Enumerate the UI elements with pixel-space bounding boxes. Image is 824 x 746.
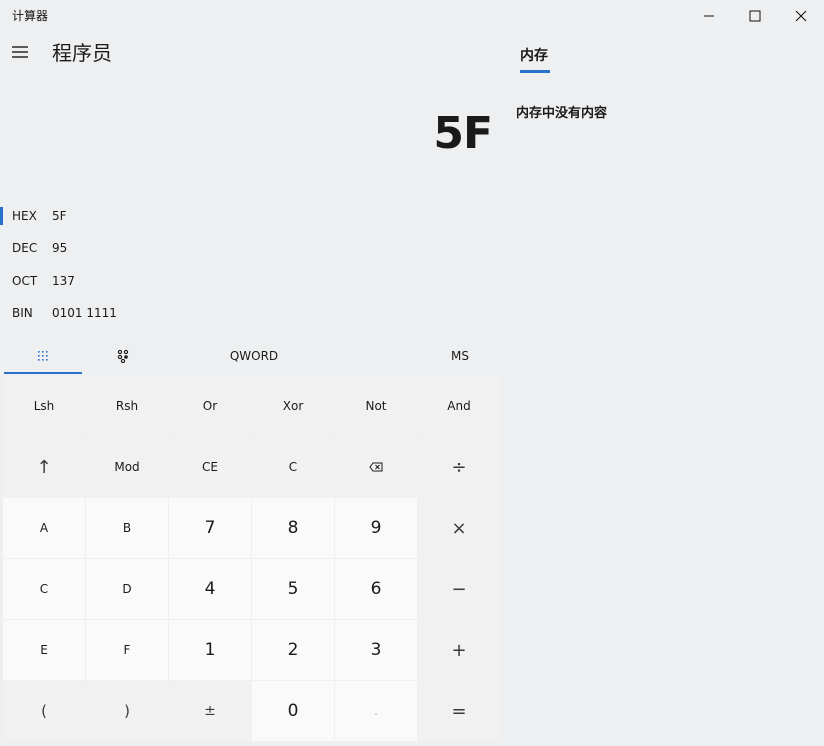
close-paren-key[interactable]: )	[86, 681, 168, 741]
digit-7-key[interactable]: 7	[169, 498, 251, 558]
clear-key[interactable]: C	[252, 437, 334, 497]
base-label: HEX	[12, 209, 37, 223]
active-base-indicator	[0, 207, 3, 225]
base-label: DEC	[12, 241, 38, 255]
maximize-button[interactable]	[732, 0, 778, 32]
hex-f-key[interactable]: F	[86, 620, 168, 680]
hex-a-key[interactable]: A	[3, 498, 85, 558]
mode-title: 程序员	[52, 41, 112, 65]
keypad-grid-icon	[38, 351, 48, 361]
minimize-icon	[704, 15, 714, 17]
close-button[interactable]	[778, 0, 824, 32]
base-label: OCT	[12, 274, 38, 288]
clear-entry-key[interactable]: CE	[169, 437, 251, 497]
multiply-key[interactable]: ×	[418, 498, 500, 558]
not-key[interactable]: Not	[335, 376, 417, 436]
memory-store-button[interactable]: MS	[440, 340, 480, 372]
base-hex-row[interactable]: HEX 5F	[0, 203, 200, 229]
backspace-icon	[369, 462, 383, 472]
digit-1-key[interactable]: 1	[169, 620, 251, 680]
active-tab-underline	[4, 372, 82, 374]
shift-up-key[interactable]: ↑	[3, 437, 85, 497]
word-size-button[interactable]: QWORD	[214, 340, 294, 372]
hex-c-key[interactable]: C	[3, 559, 85, 619]
and-key[interactable]: And	[418, 376, 500, 436]
negate-key[interactable]: ±	[169, 681, 251, 741]
full-keypad-tab[interactable]	[4, 340, 82, 372]
open-paren-key[interactable]: (	[3, 681, 85, 741]
maximize-icon	[749, 10, 761, 22]
digit-0-key[interactable]: 0	[252, 681, 334, 741]
base-value: 0101 1111	[52, 306, 117, 320]
bit-toggle-icon	[117, 349, 129, 363]
base-value: 5F	[52, 209, 67, 223]
navigation-menu-button[interactable]	[6, 38, 34, 66]
keypad: Lsh Rsh Or Xor Not And ↑ Mod CE C ÷ A B …	[3, 376, 500, 746]
base-label: BIN	[12, 306, 33, 320]
divide-key[interactable]: ÷	[418, 437, 500, 497]
bit-toggling-tab[interactable]	[86, 340, 160, 372]
memory-tab-underline	[520, 70, 550, 73]
digit-9-key[interactable]: 9	[335, 498, 417, 558]
hex-d-key[interactable]: D	[86, 559, 168, 619]
xor-key[interactable]: Xor	[252, 376, 334, 436]
digit-4-key[interactable]: 4	[169, 559, 251, 619]
rsh-key[interactable]: Rsh	[86, 376, 168, 436]
base-bin-row[interactable]: BIN 0101 1111	[0, 300, 200, 326]
result-display: 5F	[433, 108, 493, 159]
minimize-button[interactable]	[686, 0, 732, 32]
digit-6-key[interactable]: 6	[335, 559, 417, 619]
hex-e-key[interactable]: E	[3, 620, 85, 680]
digit-5-key[interactable]: 5	[252, 559, 334, 619]
digit-2-key[interactable]: 2	[252, 620, 334, 680]
backspace-key[interactable]	[335, 437, 417, 497]
hex-b-key[interactable]: B	[86, 498, 168, 558]
hamburger-icon	[12, 46, 28, 58]
memory-empty-message: 内存中没有内容	[516, 106, 608, 121]
digit-3-key[interactable]: 3	[335, 620, 417, 680]
decimal-key[interactable]: .	[335, 681, 417, 741]
base-dec-row[interactable]: DEC 95	[0, 235, 200, 261]
base-value: 137	[52, 274, 75, 288]
lsh-key[interactable]: Lsh	[3, 376, 85, 436]
base-value: 95	[52, 241, 68, 255]
mod-key[interactable]: Mod	[86, 437, 168, 497]
subtract-key[interactable]: −	[418, 559, 500, 619]
memory-tab[interactable]: 内存	[520, 45, 548, 67]
close-icon	[795, 10, 807, 22]
equals-key[interactable]: =	[418, 681, 500, 741]
app-title: 计算器	[12, 9, 49, 23]
base-oct-row[interactable]: OCT 137	[0, 268, 200, 294]
add-key[interactable]: +	[418, 620, 500, 680]
digit-8-key[interactable]: 8	[252, 498, 334, 558]
or-key[interactable]: Or	[169, 376, 251, 436]
